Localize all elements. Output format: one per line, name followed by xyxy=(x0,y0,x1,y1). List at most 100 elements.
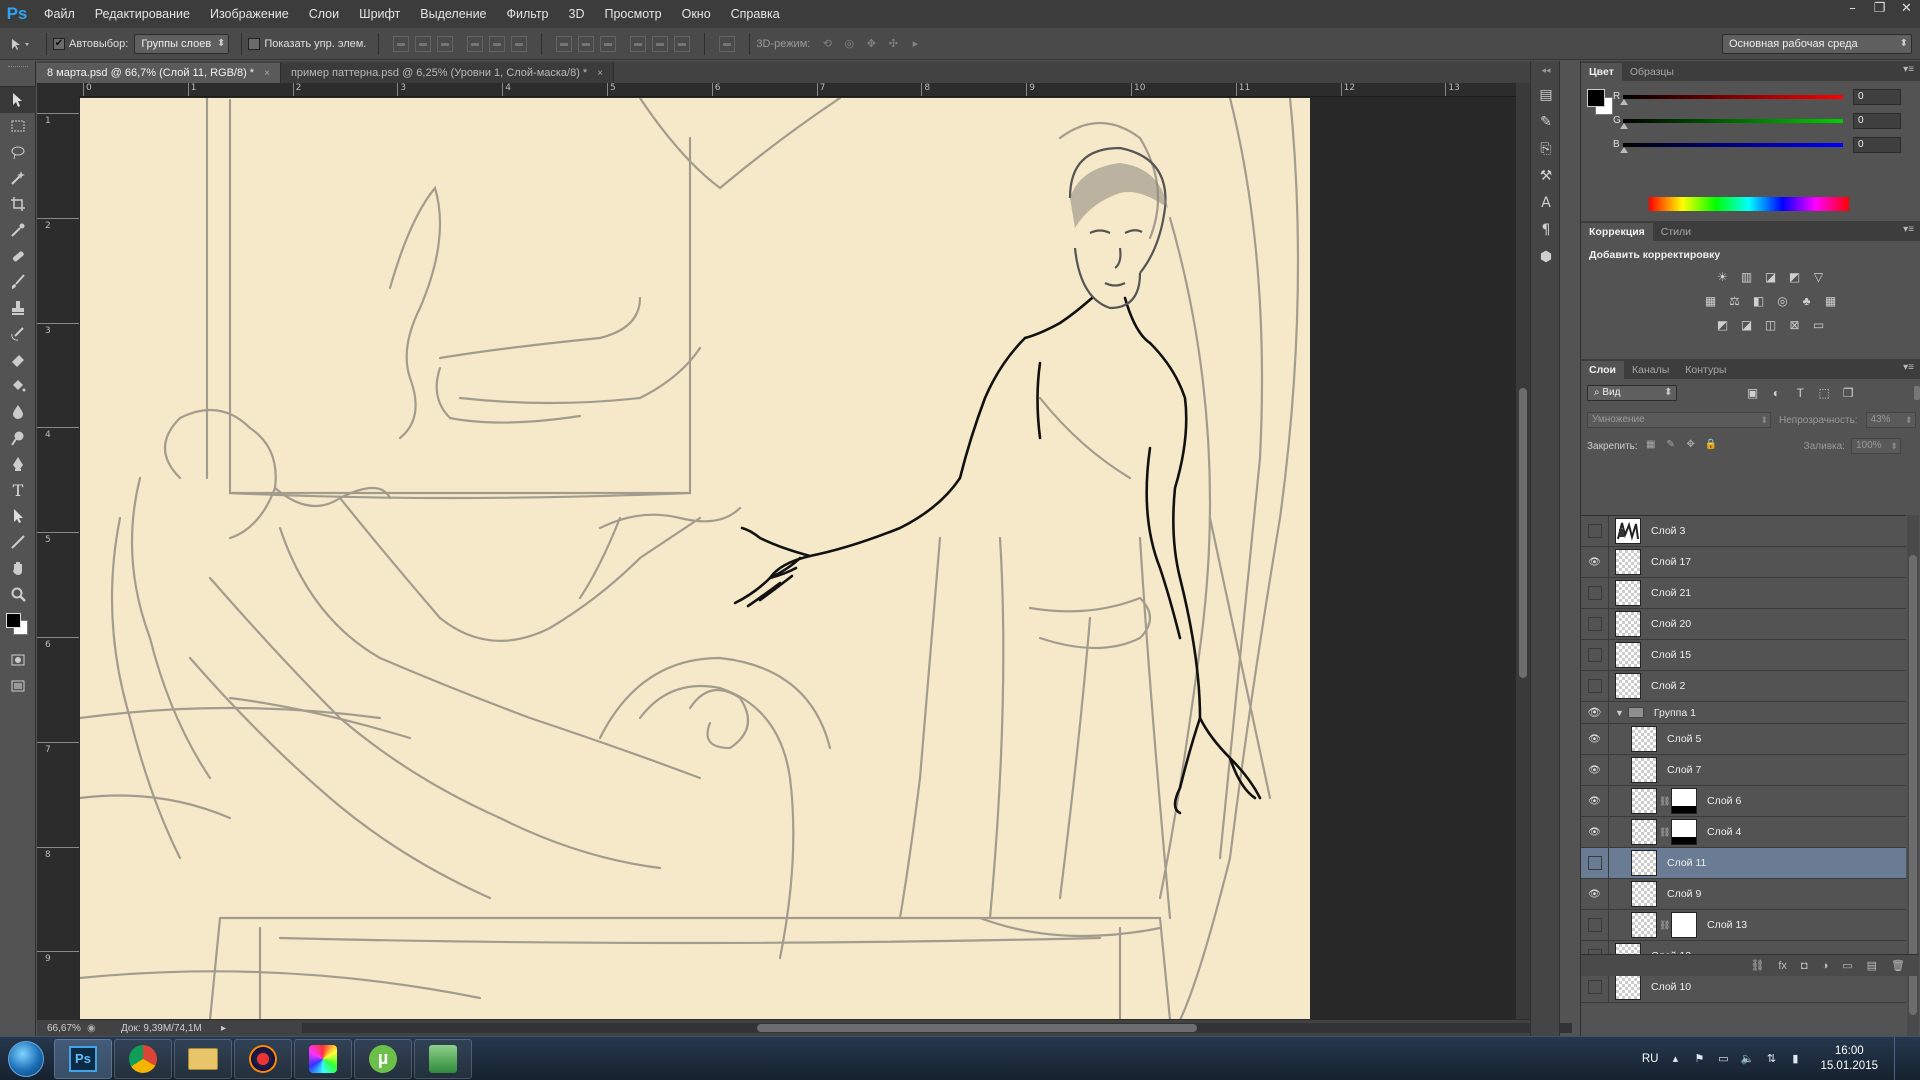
blue-knob[interactable] xyxy=(1620,147,1628,153)
hand-tool-icon[interactable] xyxy=(0,555,36,581)
layer-row[interactable]: Слой 10 xyxy=(1581,971,1906,1003)
layer-row[interactable]: 👁 Слой 5 xyxy=(1581,723,1906,755)
visibility-eye-icon[interactable] xyxy=(1581,847,1609,879)
menu-item[interactable]: 3D xyxy=(559,0,595,28)
lasso-tool-icon[interactable] xyxy=(0,139,36,165)
layer-row[interactable]: 👁 ⛓ Слой 6 xyxy=(1581,785,1906,817)
taskbar-explorer[interactable] xyxy=(174,1038,232,1079)
dock-collapse-icon[interactable]: ◂◂ xyxy=(1531,61,1561,81)
panel-menu-icon[interactable]: ▾≡ xyxy=(1903,362,1914,373)
align-hcenter-icon[interactable] xyxy=(489,35,506,52)
link-layers-icon[interactable]: ⛓ xyxy=(1750,959,1764,972)
layer-mask-thumbnail[interactable] xyxy=(1671,788,1697,814)
close-window-button[interactable]: ✕ xyxy=(1893,0,1920,20)
doc-size-info[interactable]: Док: 9,39M/74,1M xyxy=(101,1023,221,1034)
slide-3d-icon[interactable]: ✣ xyxy=(882,33,904,55)
distribute-hcenter-icon[interactable] xyxy=(652,35,669,52)
mask-link-icon[interactable]: ⛓ xyxy=(1659,796,1670,807)
canvas-workspace[interactable] xyxy=(79,97,1516,1019)
channel-mixer-icon[interactable]: ♣ xyxy=(1799,293,1815,309)
visibility-eye-icon[interactable] xyxy=(1581,516,1609,547)
visibility-eye-icon[interactable] xyxy=(1581,577,1609,609)
menu-item[interactable]: Шрифт xyxy=(349,0,410,28)
distribute-top-icon[interactable] xyxy=(556,35,573,52)
paint-bucket-icon[interactable] xyxy=(0,373,36,399)
eraser-icon[interactable] xyxy=(0,347,36,373)
history-brush-icon[interactable] xyxy=(0,321,36,347)
threshold-icon[interactable]: ◫ xyxy=(1763,317,1779,333)
opacity-field[interactable]: 43% xyxy=(1865,412,1916,428)
align-vcenter-icon[interactable] xyxy=(415,35,432,52)
clock[interactable]: 16:00 15.01.2015 xyxy=(1820,1044,1878,1074)
taskbar-app-4[interactable] xyxy=(234,1038,292,1079)
tab-adjustments[interactable]: Коррекция xyxy=(1581,223,1653,241)
green-value[interactable]: 0 xyxy=(1853,113,1901,129)
align-bottom-icon[interactable] xyxy=(437,35,454,52)
drag-3d-icon[interactable]: ✥ xyxy=(860,33,882,55)
exposure-icon[interactable]: ◩ xyxy=(1787,269,1803,285)
lock-all-icon[interactable]: 🔒 xyxy=(1704,439,1718,453)
green-knob[interactable] xyxy=(1620,123,1628,129)
layer-row[interactable]: Слой 3 xyxy=(1581,516,1906,547)
type-tool-icon[interactable]: T xyxy=(0,477,36,503)
layer-group-row[interactable]: 👁 ▼ Группа 1 xyxy=(1581,701,1906,724)
screen-mode-icon[interactable] xyxy=(0,673,36,699)
blend-mode-dropdown[interactable]: Умножение xyxy=(1587,412,1771,428)
doc-tab-active[interactable]: 8 марта.psd @ 66,7% (Слой 11, RGB/8) * × xyxy=(37,63,281,83)
quick-mask-icon[interactable] xyxy=(0,647,36,673)
layer-mask-thumbnail[interactable] xyxy=(1671,819,1697,845)
tool-presets-icon[interactable]: ⚒ xyxy=(1531,162,1561,189)
vertical-scroll-thumb[interactable] xyxy=(1519,388,1527,678)
show-desktop-button[interactable] xyxy=(1894,1037,1908,1080)
fill-field[interactable]: 100% xyxy=(1850,438,1901,454)
visibility-eye-icon[interactable] xyxy=(1581,971,1609,1003)
zoom-tool-icon[interactable] xyxy=(0,581,36,607)
layer-row[interactable]: 👁 Слой 7 xyxy=(1581,754,1906,786)
brush-tool-icon[interactable] xyxy=(0,269,36,295)
layer-row[interactable]: 👁 ⛓ Слой 4 xyxy=(1581,816,1906,848)
layer-row[interactable]: Слой 11 xyxy=(1581,847,1906,879)
taskbar-app-5[interactable] xyxy=(294,1038,352,1079)
invert-icon[interactable]: ◩ xyxy=(1715,317,1731,333)
filter-pixel-icon[interactable]: ▣ xyxy=(1745,385,1761,401)
layer-mask-thumbnail[interactable] xyxy=(1671,912,1697,938)
status-info-icon[interactable]: ◉ xyxy=(87,1023,101,1034)
vertical-scrollbar[interactable] xyxy=(1516,83,1530,1019)
line-tool-icon[interactable] xyxy=(0,529,36,555)
blue-slider[interactable]: B 0 xyxy=(1613,137,1901,161)
tab-layers[interactable]: Слои xyxy=(1581,361,1624,379)
color-lookup-icon[interactable]: ▦ xyxy=(1823,293,1839,309)
rotate-3d-icon[interactable]: ⟲ xyxy=(816,33,838,55)
filter-toggle[interactable] xyxy=(1914,386,1920,400)
layer-row[interactable]: 👁 Слой 9 xyxy=(1581,878,1906,910)
tab-channels[interactable]: Каналы xyxy=(1624,361,1677,379)
doc-tab-inactive[interactable]: пример паттерна.psd @ 6,25% (Уровни 1, С… xyxy=(280,63,615,83)
red-value[interactable]: 0 xyxy=(1853,89,1901,105)
move-tool-preset-icon[interactable] xyxy=(0,33,40,55)
autoselect-dropdown[interactable]: Группы слоев xyxy=(134,33,230,54)
workspace-dropdown[interactable]: Основная рабочая среда xyxy=(1722,34,1912,54)
horizontal-scrollbar[interactable] xyxy=(302,1023,1572,1033)
filter-smart-icon[interactable]: ❐ xyxy=(1840,385,1856,401)
menu-item[interactable]: Фильтр xyxy=(497,0,559,28)
character-panel-icon[interactable]: A xyxy=(1531,189,1561,216)
action-center-icon[interactable]: ⚑ xyxy=(1692,1052,1706,1066)
selective-color-icon[interactable]: ⊠ xyxy=(1787,317,1803,333)
blue-value[interactable]: 0 xyxy=(1853,137,1901,153)
marquee-tool-icon[interactable] xyxy=(0,113,36,139)
tab-close-icon[interactable]: × xyxy=(597,68,603,79)
visibility-eye-icon[interactable] xyxy=(1581,909,1609,941)
menu-item[interactable]: Справка xyxy=(721,0,790,28)
visibility-eye-icon[interactable]: 👁 xyxy=(1581,546,1609,578)
levels-icon[interactable]: ▥ xyxy=(1739,269,1755,285)
power-icon[interactable]: ▮ xyxy=(1788,1052,1802,1066)
layer-filter-dropdown[interactable]: ⌕ Вид xyxy=(1587,385,1677,401)
align-left-icon[interactable] xyxy=(467,35,484,52)
menu-item[interactable]: Файл xyxy=(34,0,85,28)
tab-styles[interactable]: Стили xyxy=(1653,223,1699,241)
document-canvas[interactable] xyxy=(80,98,1310,1019)
align-right-icon[interactable] xyxy=(511,35,528,52)
new-adjustment-icon[interactable]: ◑ xyxy=(1822,960,1829,972)
show-hidden-icons-icon[interactable]: ▴ xyxy=(1668,1052,1682,1066)
path-selection-icon[interactable] xyxy=(0,503,36,529)
